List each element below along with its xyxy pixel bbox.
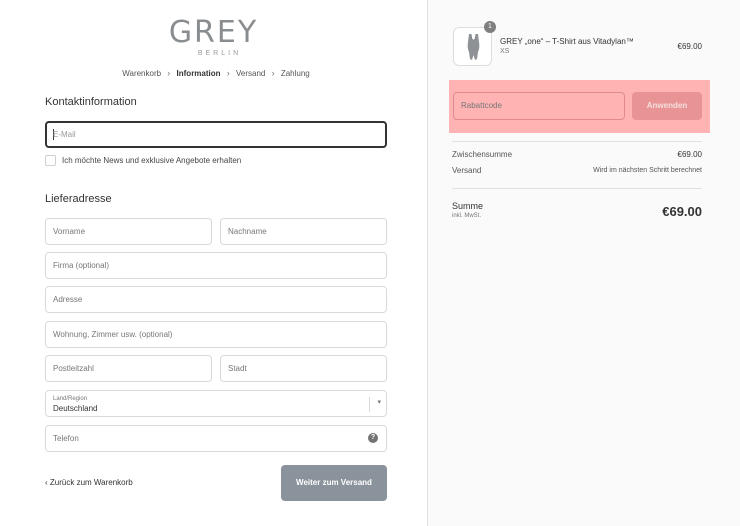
subtotal-label: Zwischensumme	[452, 150, 513, 159]
city-placeholder: Stadt	[228, 364, 247, 373]
discount-code-input[interactable]: Rabattcode	[453, 92, 625, 120]
total-value: €69.00	[662, 204, 702, 219]
chevron-right-icon: ›	[167, 68, 171, 78]
company-field[interactable]: Firma (optional)	[45, 252, 387, 279]
order-summary	[427, 0, 740, 526]
postal-code-field[interactable]: Postleitzahl	[45, 355, 212, 382]
shipping-value: Wird im nächsten Schritt berechnet	[593, 167, 702, 174]
address-field[interactable]: Adresse	[45, 286, 387, 313]
quantity-badge: 1	[484, 21, 496, 33]
summary-divider	[452, 141, 702, 142]
apply-discount-button[interactable]: Anwenden	[632, 92, 702, 120]
logo-subname: BERLIN	[197, 50, 242, 57]
country-label: Land/Region	[53, 396, 88, 402]
total-label: Summe	[452, 201, 484, 211]
last-name-field[interactable]: Nachname	[220, 218, 387, 245]
checkout-main: GREY BERLIN Warenkorb › Information › Ve…	[0, 0, 427, 526]
first-name-placeholder: Vorname	[53, 227, 86, 236]
back-to-cart-label: Zurück zum Warenkorb	[49, 478, 133, 487]
apartment-placeholder: Wohnung, Zimmer usw. (optional)	[53, 330, 173, 339]
shipping-label: Versand	[452, 166, 482, 175]
total-divider	[452, 188, 702, 189]
country-value: Deutschland	[53, 404, 98, 413]
product-thumbnail	[453, 27, 492, 66]
phone-placeholder: Telefon	[53, 434, 79, 443]
breadcrumb-cart[interactable]: Warenkorb	[122, 69, 161, 78]
chevron-right-icon: ›	[226, 68, 230, 78]
product-variant: XS	[500, 48, 510, 55]
subtotal-value: €69.00	[677, 150, 702, 159]
breadcrumb-information: Information	[176, 68, 221, 78]
email-field[interactable]: E-Mail	[45, 121, 387, 148]
bodysuit-image	[467, 33, 480, 60]
logo-wordmark: GREY	[168, 15, 259, 50]
email-placeholder: E-Mail	[53, 130, 76, 139]
newsletter-label: Ich möchte News und exklusive Angebote e…	[62, 156, 242, 165]
breadcrumb: Warenkorb › Information › Versand › Zahl…	[0, 68, 432, 78]
total-tax-note: inkl. MwSt.	[452, 213, 482, 219]
postal-code-placeholder: Postleitzahl	[53, 364, 94, 373]
country-select[interactable]: Land/Region Deutschland ▾	[45, 390, 387, 417]
city-field[interactable]: Stadt	[220, 355, 387, 382]
select-divider	[369, 397, 370, 412]
back-to-cart-link[interactable]: ‹ Zurück zum Warenkorb	[45, 478, 133, 487]
first-name-field[interactable]: Vorname	[45, 218, 212, 245]
chevron-down-icon: ▾	[377, 399, 381, 406]
phone-field[interactable]: Telefon ?	[45, 425, 387, 452]
apartment-field[interactable]: Wohnung, Zimmer usw. (optional)	[45, 321, 387, 348]
discount-code-placeholder: Rabattcode	[461, 101, 502, 110]
last-name-placeholder: Nachname	[228, 227, 267, 236]
product-name: GREY „one“ – T-Shirt aus Vitadylan™	[500, 37, 634, 46]
breadcrumb-shipping: Versand	[236, 68, 266, 78]
company-placeholder: Firma (optional)	[53, 261, 110, 270]
address-placeholder: Adresse	[53, 295, 83, 304]
shipping-title: Lieferadresse	[45, 193, 112, 205]
product-price: €69.00	[677, 42, 702, 51]
newsletter-checkbox[interactable]	[45, 155, 56, 166]
chevron-right-icon: ›	[271, 68, 275, 78]
contact-title: Kontaktinformation	[45, 96, 137, 108]
chevron-left-icon: ‹	[45, 478, 48, 487]
continue-to-shipping-button[interactable]: Weiter zum Versand	[281, 465, 387, 501]
breadcrumb-payment: Zahlung	[280, 68, 310, 78]
brand-logo[interactable]: GREY BERLIN	[0, 15, 427, 58]
help-icon[interactable]: ?	[368, 433, 378, 443]
